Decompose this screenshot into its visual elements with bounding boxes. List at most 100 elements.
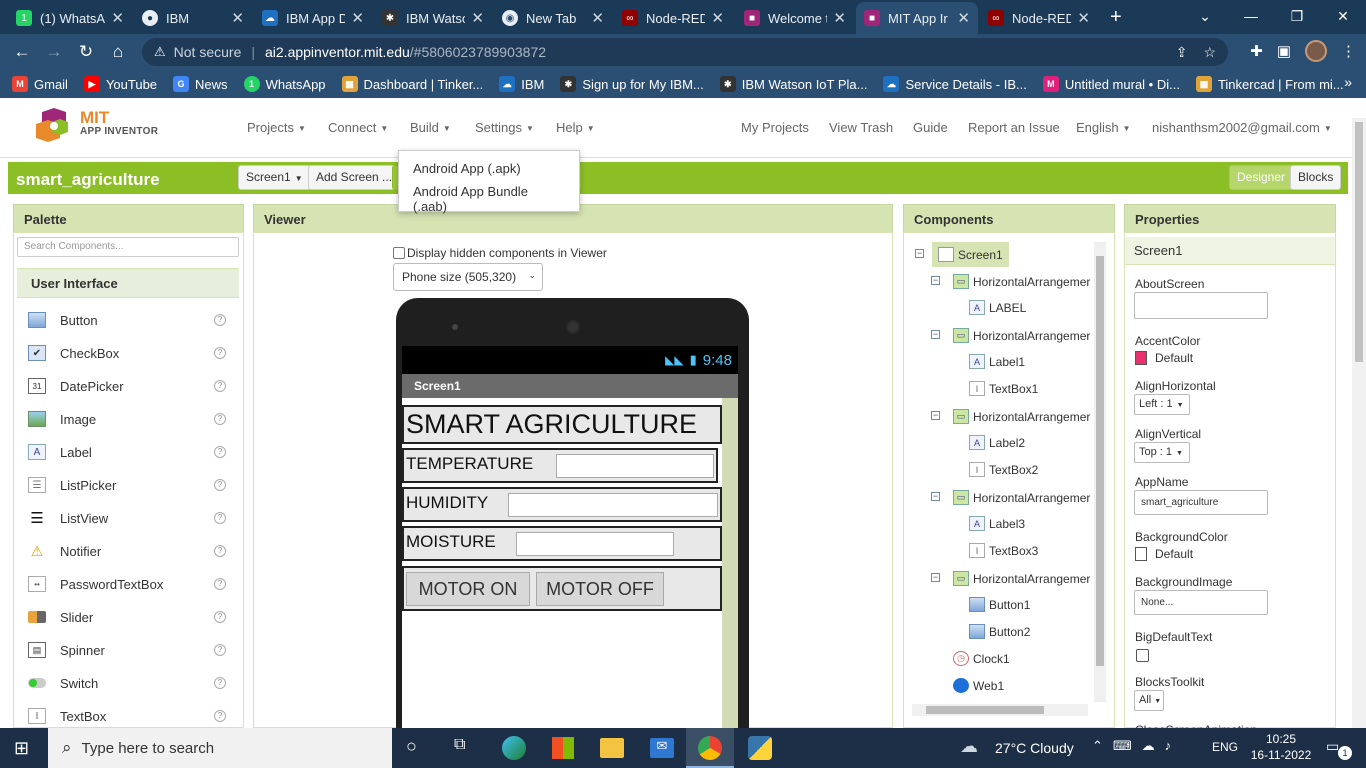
warning-icon[interactable]: ⚠	[154, 44, 166, 60]
screen-select-button[interactable]: Screen1 ▼	[238, 165, 311, 190]
tree-textbox3[interactable]: I TextBox3	[969, 543, 1038, 558]
link-guide[interactable]: Guide	[913, 120, 948, 135]
tree-label-main[interactable]: A LABEL	[969, 300, 1026, 315]
menu-language[interactable]: English ▼	[1076, 120, 1131, 135]
side-panel-icon[interactable]: ▣	[1277, 42, 1291, 60]
tab-ibm-app[interactable]: ☁ IBM App D ✕	[254, 2, 372, 34]
add-screen-button[interactable]: Add Screen ...	[308, 165, 401, 190]
tree-horizontal-arrangement-5[interactable]: ▭ HorizontalArrangemer	[953, 571, 1090, 586]
palette-item-label[interactable]: A Label?	[28, 442, 226, 462]
file-explorer-icon[interactable]	[600, 738, 624, 758]
tree-label3[interactable]: A Label3	[969, 516, 1025, 531]
tab-welcome[interactable]: ■ Welcome t ✕	[736, 2, 854, 34]
clock-time[interactable]: 10:25	[1256, 732, 1306, 746]
help-icon[interactable]: ?	[214, 578, 226, 590]
cortana-icon[interactable]: ○	[406, 736, 417, 757]
help-icon[interactable]: ?	[214, 611, 226, 623]
about-screen-textarea[interactable]	[1134, 292, 1268, 319]
link-report-issue[interactable]: Report an Issue	[968, 120, 1060, 135]
components-hscrollbar[interactable]	[912, 704, 1088, 716]
temperature-arrangement[interactable]: TEMPERATURE	[402, 448, 718, 483]
task-view-icon[interactable]: ⧉	[454, 736, 465, 754]
menu-item-build-aab[interactable]: Android App Bundle (.aab)	[399, 180, 579, 218]
link-my-projects[interactable]: My Projects	[741, 120, 809, 135]
help-icon[interactable]: ?	[214, 413, 226, 425]
bookmark-tinkercad-dashboard[interactable]: ▦ Dashboard | Tinker...	[341, 76, 483, 92]
new-tab-button[interactable]: +	[1110, 6, 1122, 29]
background-color-picker[interactable]: Default	[1135, 547, 1193, 561]
collapse-icon[interactable]: −	[915, 249, 924, 258]
tab-mit-app-inventor[interactable]: ■ MIT App Ir ✕	[856, 2, 978, 34]
close-icon[interactable]: ✕	[833, 9, 846, 27]
reload-icon[interactable]: ↻	[70, 42, 102, 62]
palette-item-notifier[interactable]: ⚠ Notifier?	[28, 541, 226, 561]
align-horizontal-select[interactable]: Left : 1 ▼	[1134, 394, 1190, 415]
close-icon[interactable]: ✕	[471, 9, 484, 27]
temperature-textbox[interactable]	[556, 454, 714, 478]
help-icon[interactable]: ?	[214, 446, 226, 458]
menu-account[interactable]: nishanthsm2002@gmail.com ▼	[1152, 120, 1332, 135]
python-icon[interactable]	[748, 736, 772, 760]
phone-size-select[interactable]: Phone size (505,320) ⌄	[393, 263, 543, 291]
bookmark-star-icon[interactable]: ☆	[1203, 44, 1216, 61]
tab-ibm-watson[interactable]: ✱ IBM Watso ✕	[374, 2, 492, 34]
palette-item-listview[interactable]: ☰ ListView?	[28, 508, 226, 528]
home-icon[interactable]: ⌂	[102, 42, 134, 62]
close-icon[interactable]: ✕	[351, 9, 364, 27]
blocks-button[interactable]: Blocks	[1290, 165, 1342, 190]
help-icon[interactable]: ?	[214, 710, 226, 722]
close-icon[interactable]: ✕	[957, 9, 970, 27]
hidden-components-toggle[interactable]: Display hidden components in Viewer	[393, 246, 607, 260]
menu-build[interactable]: Build ▼	[410, 120, 451, 135]
bookmark-whatsapp[interactable]: 1 WhatsApp	[243, 76, 326, 92]
palette-item-textbox[interactable]: I TextBox?	[28, 706, 226, 726]
palette-item-passwordtextbox[interactable]: •• PasswordTextBox?	[28, 574, 226, 594]
big-default-text-checkbox[interactable]	[1136, 649, 1149, 662]
motor-arrangement[interactable]: MOTOR ON MOTOR OFF	[402, 566, 722, 611]
scrollbar-thumb[interactable]	[1355, 122, 1363, 362]
bookmark-service-details[interactable]: ☁ Service Details - IB...	[883, 76, 1027, 92]
store-icon[interactable]	[552, 737, 574, 759]
palette-item-checkbox[interactable]: ✔ CheckBox?	[28, 343, 226, 363]
bookmark-ibm[interactable]: ☁ IBM	[499, 76, 544, 92]
bookmark-news[interactable]: G News	[173, 76, 228, 92]
tree-horizontal-arrangement-1[interactable]: ▭ HorizontalArrangemer	[953, 274, 1090, 289]
background-image-picker[interactable]: None...	[1134, 590, 1268, 615]
app-inventor-logo[interactable]: MIT APP INVENTOR	[34, 108, 158, 142]
palette-item-listpicker[interactable]: ☰ ListPicker?	[28, 475, 226, 495]
tab-whatsapp[interactable]: 1 (1) WhatsA ✕	[8, 2, 132, 34]
tree-button1[interactable]: Button1	[969, 597, 1030, 612]
taskbar-search-box[interactable]: ⌕ Type here to search	[48, 728, 392, 768]
components-scrollbar[interactable]	[1094, 242, 1106, 702]
tab-node-red-2[interactable]: ∞ Node-RED ✕	[980, 2, 1098, 34]
close-icon[interactable]: ✕	[111, 9, 124, 27]
collapse-icon[interactable]: −	[931, 573, 940, 582]
more-bookmarks-button[interactable]: »	[1344, 74, 1352, 90]
close-window-icon[interactable]: ✕	[1320, 0, 1366, 34]
checkbox[interactable]	[393, 247, 405, 259]
tree-horizontal-arrangement-3[interactable]: ▭ HorizontalArrangemer	[953, 409, 1090, 424]
help-icon[interactable]: ?	[214, 644, 226, 656]
edge-icon[interactable]	[502, 736, 526, 760]
menu-projects[interactable]: Projects ▼	[247, 120, 306, 135]
tab-ibm[interactable]: ● IBM ✕	[134, 2, 252, 34]
close-icon[interactable]: ✕	[591, 9, 604, 27]
tree-label1[interactable]: A Label1	[969, 354, 1025, 369]
chrome-taskbar-button[interactable]	[686, 728, 734, 768]
menu-settings[interactable]: Settings ▼	[475, 120, 534, 135]
app-name-input[interactable]: smart_agriculture	[1134, 490, 1268, 515]
mail-icon[interactable]: ✉	[650, 738, 674, 758]
close-icon[interactable]: ✕	[711, 9, 724, 27]
scrollbar-thumb[interactable]	[926, 706, 1044, 714]
bookmark-gmail[interactable]: M Gmail	[12, 76, 68, 92]
collapse-icon[interactable]: −	[931, 330, 940, 339]
scrollbar-thumb[interactable]	[1096, 256, 1104, 666]
bookmark-youtube[interactable]: ▶ YouTube	[83, 76, 157, 92]
help-icon[interactable]: ?	[214, 380, 226, 392]
tree-label2[interactable]: A Label2	[969, 435, 1025, 450]
tab-new-tab[interactable]: ◉ New Tab ✕	[494, 2, 612, 34]
palette-item-image[interactable]: Image?	[28, 409, 226, 429]
forward-icon[interactable]: →	[38, 42, 70, 62]
language-indicator[interactable]: ENG	[1212, 740, 1238, 754]
bookmark-watson-iot[interactable]: ✱ IBM Watson IoT Pla...	[719, 76, 867, 92]
